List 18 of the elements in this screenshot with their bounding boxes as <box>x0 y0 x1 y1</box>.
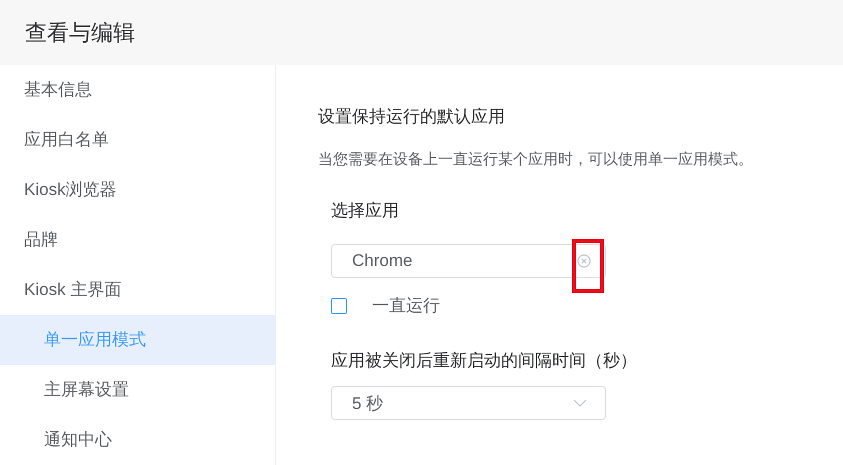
chevron-down-icon <box>573 399 587 407</box>
sidebar-item[interactable]: 基本信息 <box>0 65 275 115</box>
sidebar-item[interactable]: 品牌 <box>0 215 275 265</box>
clear-icon[interactable] <box>577 254 591 268</box>
field-label: 应用被关闭后重新启动的间隔时间（秒） <box>331 350 638 372</box>
interval-select[interactable]: 5 秒 <box>331 386 606 420</box>
page-title: 查看与编辑 <box>25 18 135 46</box>
field-label: 选择应用 <box>331 200 400 222</box>
section-heading: 设置保持运行的默认应用 <box>318 106 506 128</box>
sidebar-item[interactable]: Kiosk浏览器 <box>0 165 275 215</box>
sidebar-item[interactable]: 应用白名单 <box>0 115 275 165</box>
sidebar-item[interactable]: Kiosk 主界面 <box>0 265 275 315</box>
checkbox[interactable] <box>331 298 347 314</box>
app-field[interactable]: Chrome <box>331 244 606 278</box>
checkbox-label: 一直运行 <box>372 295 440 317</box>
sidebar-item[interactable]: 主屏幕设置 <box>0 365 275 415</box>
section-description: 当您需要在设备上一直运行某个应用时，可以使用单一应用模式。 <box>318 150 754 169</box>
sidebar-item[interactable]: 通知中心 <box>0 415 275 465</box>
